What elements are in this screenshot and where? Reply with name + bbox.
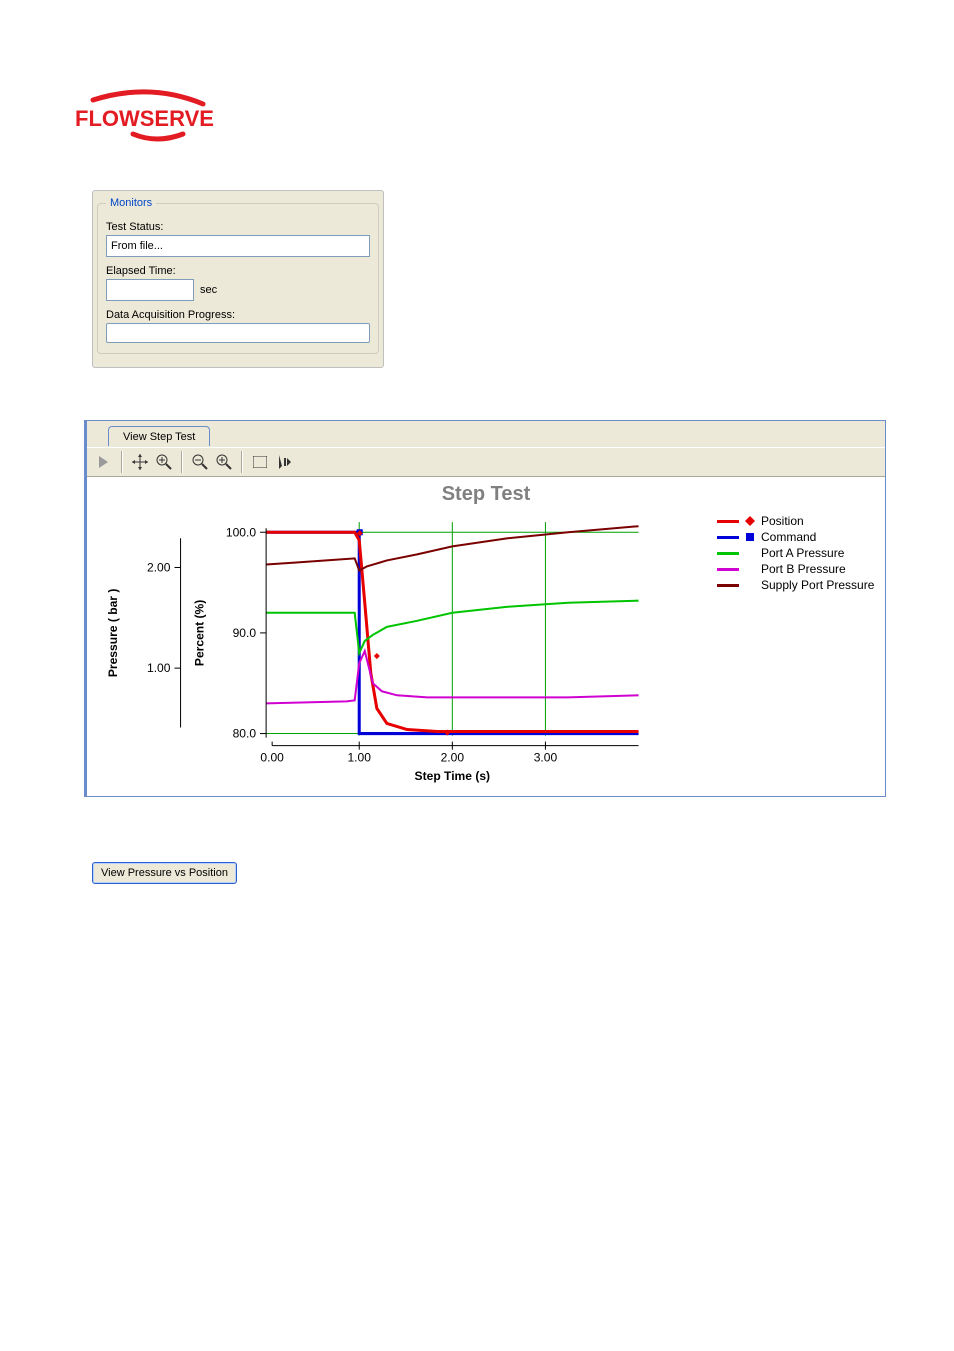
chart-tab[interactable]: View Step Test: [108, 426, 210, 446]
y1-tick: 2.00: [147, 561, 171, 575]
elapsed-time-unit: sec: [200, 284, 217, 296]
chart-tab-label: View Step Test: [123, 431, 195, 443]
toolbar-separator: [121, 451, 123, 473]
monitors-fieldset: Monitors Test Status: From file... Elaps…: [97, 197, 379, 354]
toolbar-separator: [181, 451, 183, 473]
legend-label: Port A Pressure: [761, 546, 844, 560]
legend-item: Position: [717, 514, 877, 528]
legend-label: Supply Port Pressure: [761, 578, 874, 592]
x-tick: 0.00: [260, 751, 284, 765]
y1-axis-label: Pressure ( bar ): [106, 589, 120, 678]
pan-button[interactable]: [129, 451, 151, 473]
fit-button[interactable]: [249, 451, 271, 473]
zoom-area-button[interactable]: [153, 451, 175, 473]
logo-text: FLOWSERVE: [75, 106, 214, 131]
chart-svg[interactable]: 100.0 90.0 80.0 Percent (%) 2.00 1.00 Pr…: [95, 508, 709, 788]
y1-tick: 1.00: [147, 661, 171, 675]
daq-progress-bar: [106, 323, 370, 343]
button-label: View Pressure vs Position: [101, 867, 228, 879]
play-button[interactable]: [93, 451, 115, 473]
elapsed-time-field: [106, 279, 194, 301]
legend-label: Port B Pressure: [761, 562, 846, 576]
square-marker-icon: [745, 532, 755, 542]
y2-tick: 100.0: [226, 525, 256, 539]
logo: FLOWSERVE: [75, 88, 225, 146]
plot-title: Step Test: [95, 483, 877, 506]
daq-progress-label: Data Acquisition Progress:: [106, 309, 370, 321]
y2-axis-label: Percent (%): [193, 600, 207, 666]
test-status-value: From file...: [111, 240, 163, 252]
monitors-panel: Monitors Test Status: From file... Elaps…: [92, 190, 384, 368]
chart-window: Step Test: [84, 420, 886, 797]
view-pressure-vs-position-button[interactable]: View Pressure vs Position: [92, 862, 237, 884]
x-tick: 2.00: [441, 751, 465, 765]
legend-item: Command: [717, 530, 877, 544]
legend-item: Port B Pressure: [717, 562, 877, 576]
x-tick: 3.00: [534, 751, 558, 765]
toolbar-separator: [241, 451, 243, 473]
cursor-button[interactable]: [273, 451, 295, 473]
diamond-marker-icon: [745, 516, 755, 526]
legend-label: Command: [761, 530, 816, 544]
monitors-legend: Monitors: [106, 197, 156, 209]
chart-toolbar: [87, 447, 885, 477]
zoom-out-button[interactable]: [189, 451, 211, 473]
plot-area: Step Test: [87, 477, 885, 796]
test-status-field: From file...: [106, 235, 370, 257]
test-status-label: Test Status:: [106, 221, 370, 233]
elapsed-time-label: Elapsed Time:: [106, 265, 370, 277]
y2-tick: 80.0: [233, 727, 257, 741]
y2-tick: 90.0: [233, 626, 257, 640]
chart-legend: Position Command Port A Pressure: [709, 508, 877, 788]
legend-label: Position: [761, 514, 804, 528]
legend-item: Port A Pressure: [717, 546, 877, 560]
x-tick: 1.00: [347, 751, 371, 765]
zoom-in-button[interactable]: [213, 451, 235, 473]
x-axis-label: Step Time (s): [415, 769, 491, 783]
legend-item: Supply Port Pressure: [717, 578, 877, 592]
